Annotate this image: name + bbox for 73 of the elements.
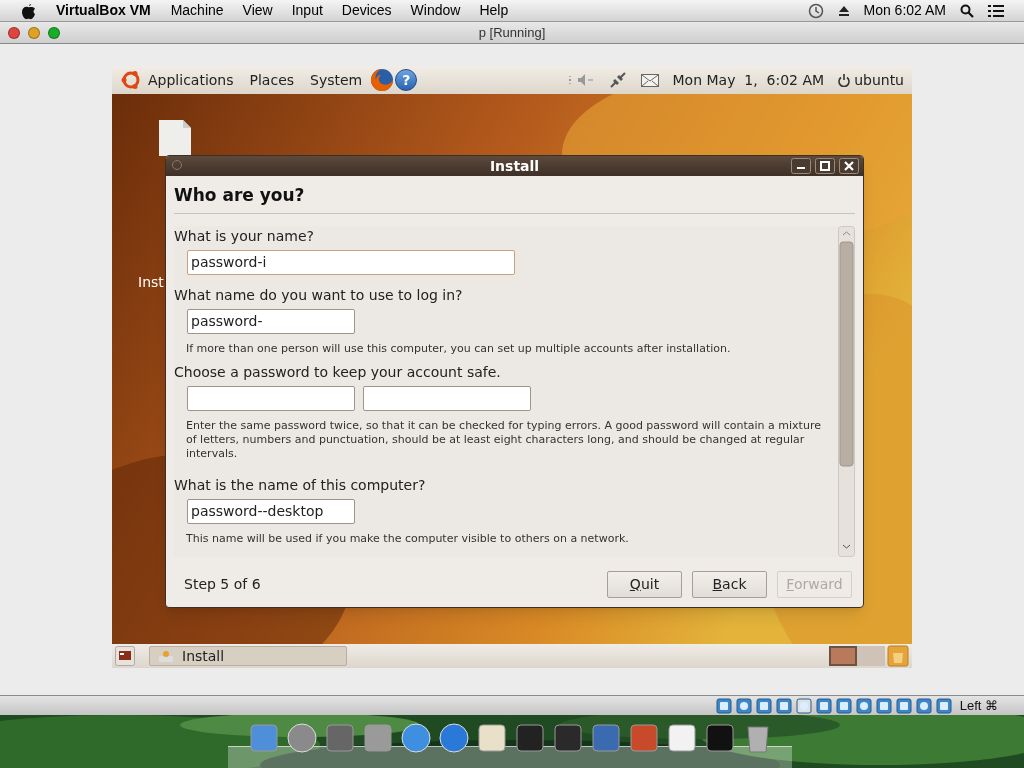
- dialog-button[interactable]: Quit: [607, 570, 682, 598]
- panel-menu[interactable]: System: [310, 69, 363, 91]
- menu-item[interactable]: Devices: [341, 0, 392, 21]
- field-label: Choose a password to keep your account safe.: [174, 362, 502, 380]
- workspace-switcher[interactable]: [857, 646, 885, 666]
- user-menu[interactable]: ubuntu: [838, 69, 904, 91]
- device-icon[interactable]: [835, 697, 852, 714]
- time-machine-icon[interactable]: [807, 2, 824, 19]
- hint-text: This name will be used if you make the computer visible to others on a network.: [186, 531, 630, 546]
- app-name[interactable]: VirtualBox VM: [56, 0, 151, 21]
- search-icon[interactable]: [960, 3, 974, 18]
- list-icon[interactable]: [988, 3, 1004, 18]
- dock-app-icon[interactable]: [438, 722, 470, 754]
- device-icon[interactable]: [715, 697, 732, 714]
- apple-icon: [20, 1, 36, 20]
- device-icon[interactable]: [855, 697, 872, 714]
- window-title: p [Running]: [478, 23, 546, 42]
- menu-item[interactable]: Help: [479, 0, 509, 21]
- panel-clock[interactable]: Mon May 1, 6:02 AM: [672, 69, 825, 91]
- close-button[interactable]: [839, 158, 859, 174]
- help-button[interactable]: ?: [395, 69, 418, 91]
- device-icon[interactable]: [735, 697, 752, 714]
- menu-item[interactable]: Input: [291, 0, 323, 21]
- device-icon[interactable]: [815, 697, 832, 714]
- step-label: Step 5 of 6: [184, 574, 261, 594]
- device-icon[interactable]: [895, 697, 912, 714]
- hint-text: If more than one person will use this computer, you can set up multiple accounts after installation.: [186, 341, 732, 356]
- input-field[interactable]: password-: [187, 308, 355, 334]
- dialog-button[interactable]: Back: [692, 570, 767, 598]
- dialog-heading: Who are you?: [174, 183, 855, 214]
- show-desktop-icon[interactable]: [115, 646, 135, 666]
- device-icon[interactable]: [915, 697, 932, 714]
- dock-app-icon[interactable]: [666, 722, 698, 754]
- menu-item[interactable]: Machine: [170, 0, 224, 21]
- power-icon: [838, 73, 851, 87]
- dialog-title: Install: [489, 156, 540, 176]
- minimize-button[interactable]: [791, 158, 811, 174]
- hint-text: Enter the same password twice, so that it can be checked for typing errors. A good password will contain a mixture of letters, numbers and punctuation, should be at least eight characters long, and should be changed at regular intervals.: [186, 418, 822, 461]
- field-label: What name do you want to use to log in?: [174, 285, 464, 303]
- input-field[interactable]: password-i: [187, 249, 515, 275]
- dock-app-icon[interactable]: [704, 722, 736, 754]
- scrollbar[interactable]: [838, 225, 855, 557]
- eject-icon[interactable]: [837, 4, 850, 17]
- device-icon[interactable]: [775, 697, 792, 714]
- menu-item[interactable]: Window: [410, 0, 461, 21]
- panel-menu[interactable]: Places: [249, 69, 295, 91]
- network-plug-icon[interactable]: [608, 71, 627, 89]
- document-icon[interactable]: [157, 120, 193, 156]
- input-field[interactable]: [363, 385, 531, 411]
- host-key-label: Left ⌘: [959, 696, 998, 715]
- taskbar-button[interactable]: Install: [149, 646, 347, 666]
- installer-icon: [158, 649, 174, 663]
- panel-menu[interactable]: Applications: [148, 69, 234, 91]
- workspace-switcher[interactable]: [829, 646, 857, 666]
- device-icon[interactable]: [875, 697, 892, 714]
- device-icon[interactable]: [755, 697, 772, 714]
- zoom-button[interactable]: [48, 27, 60, 39]
- menu-item[interactable]: View: [242, 0, 273, 21]
- dock-app-icon[interactable]: [514, 722, 546, 754]
- menubar-clock[interactable]: Mon 6:02 AM: [863, 0, 946, 21]
- maximize-button[interactable]: [815, 158, 835, 174]
- mail-icon[interactable]: [640, 73, 659, 87]
- ubuntu-logo-icon[interactable]: [120, 69, 142, 91]
- device-icon[interactable]: [935, 697, 952, 714]
- firefox-icon[interactable]: [370, 68, 395, 92]
- field-label: What is your name?: [174, 226, 315, 244]
- field-label: What is the name of this computer?: [174, 475, 427, 493]
- dock-app-icon[interactable]: [400, 722, 432, 754]
- device-icon[interactable]: [795, 697, 812, 714]
- desktop-icon-label[interactable]: Inst: [138, 272, 164, 293]
- input-field[interactable]: [187, 385, 355, 411]
- input-field[interactable]: password--desktop: [187, 498, 355, 524]
- dock-app-icon[interactable]: [476, 722, 508, 754]
